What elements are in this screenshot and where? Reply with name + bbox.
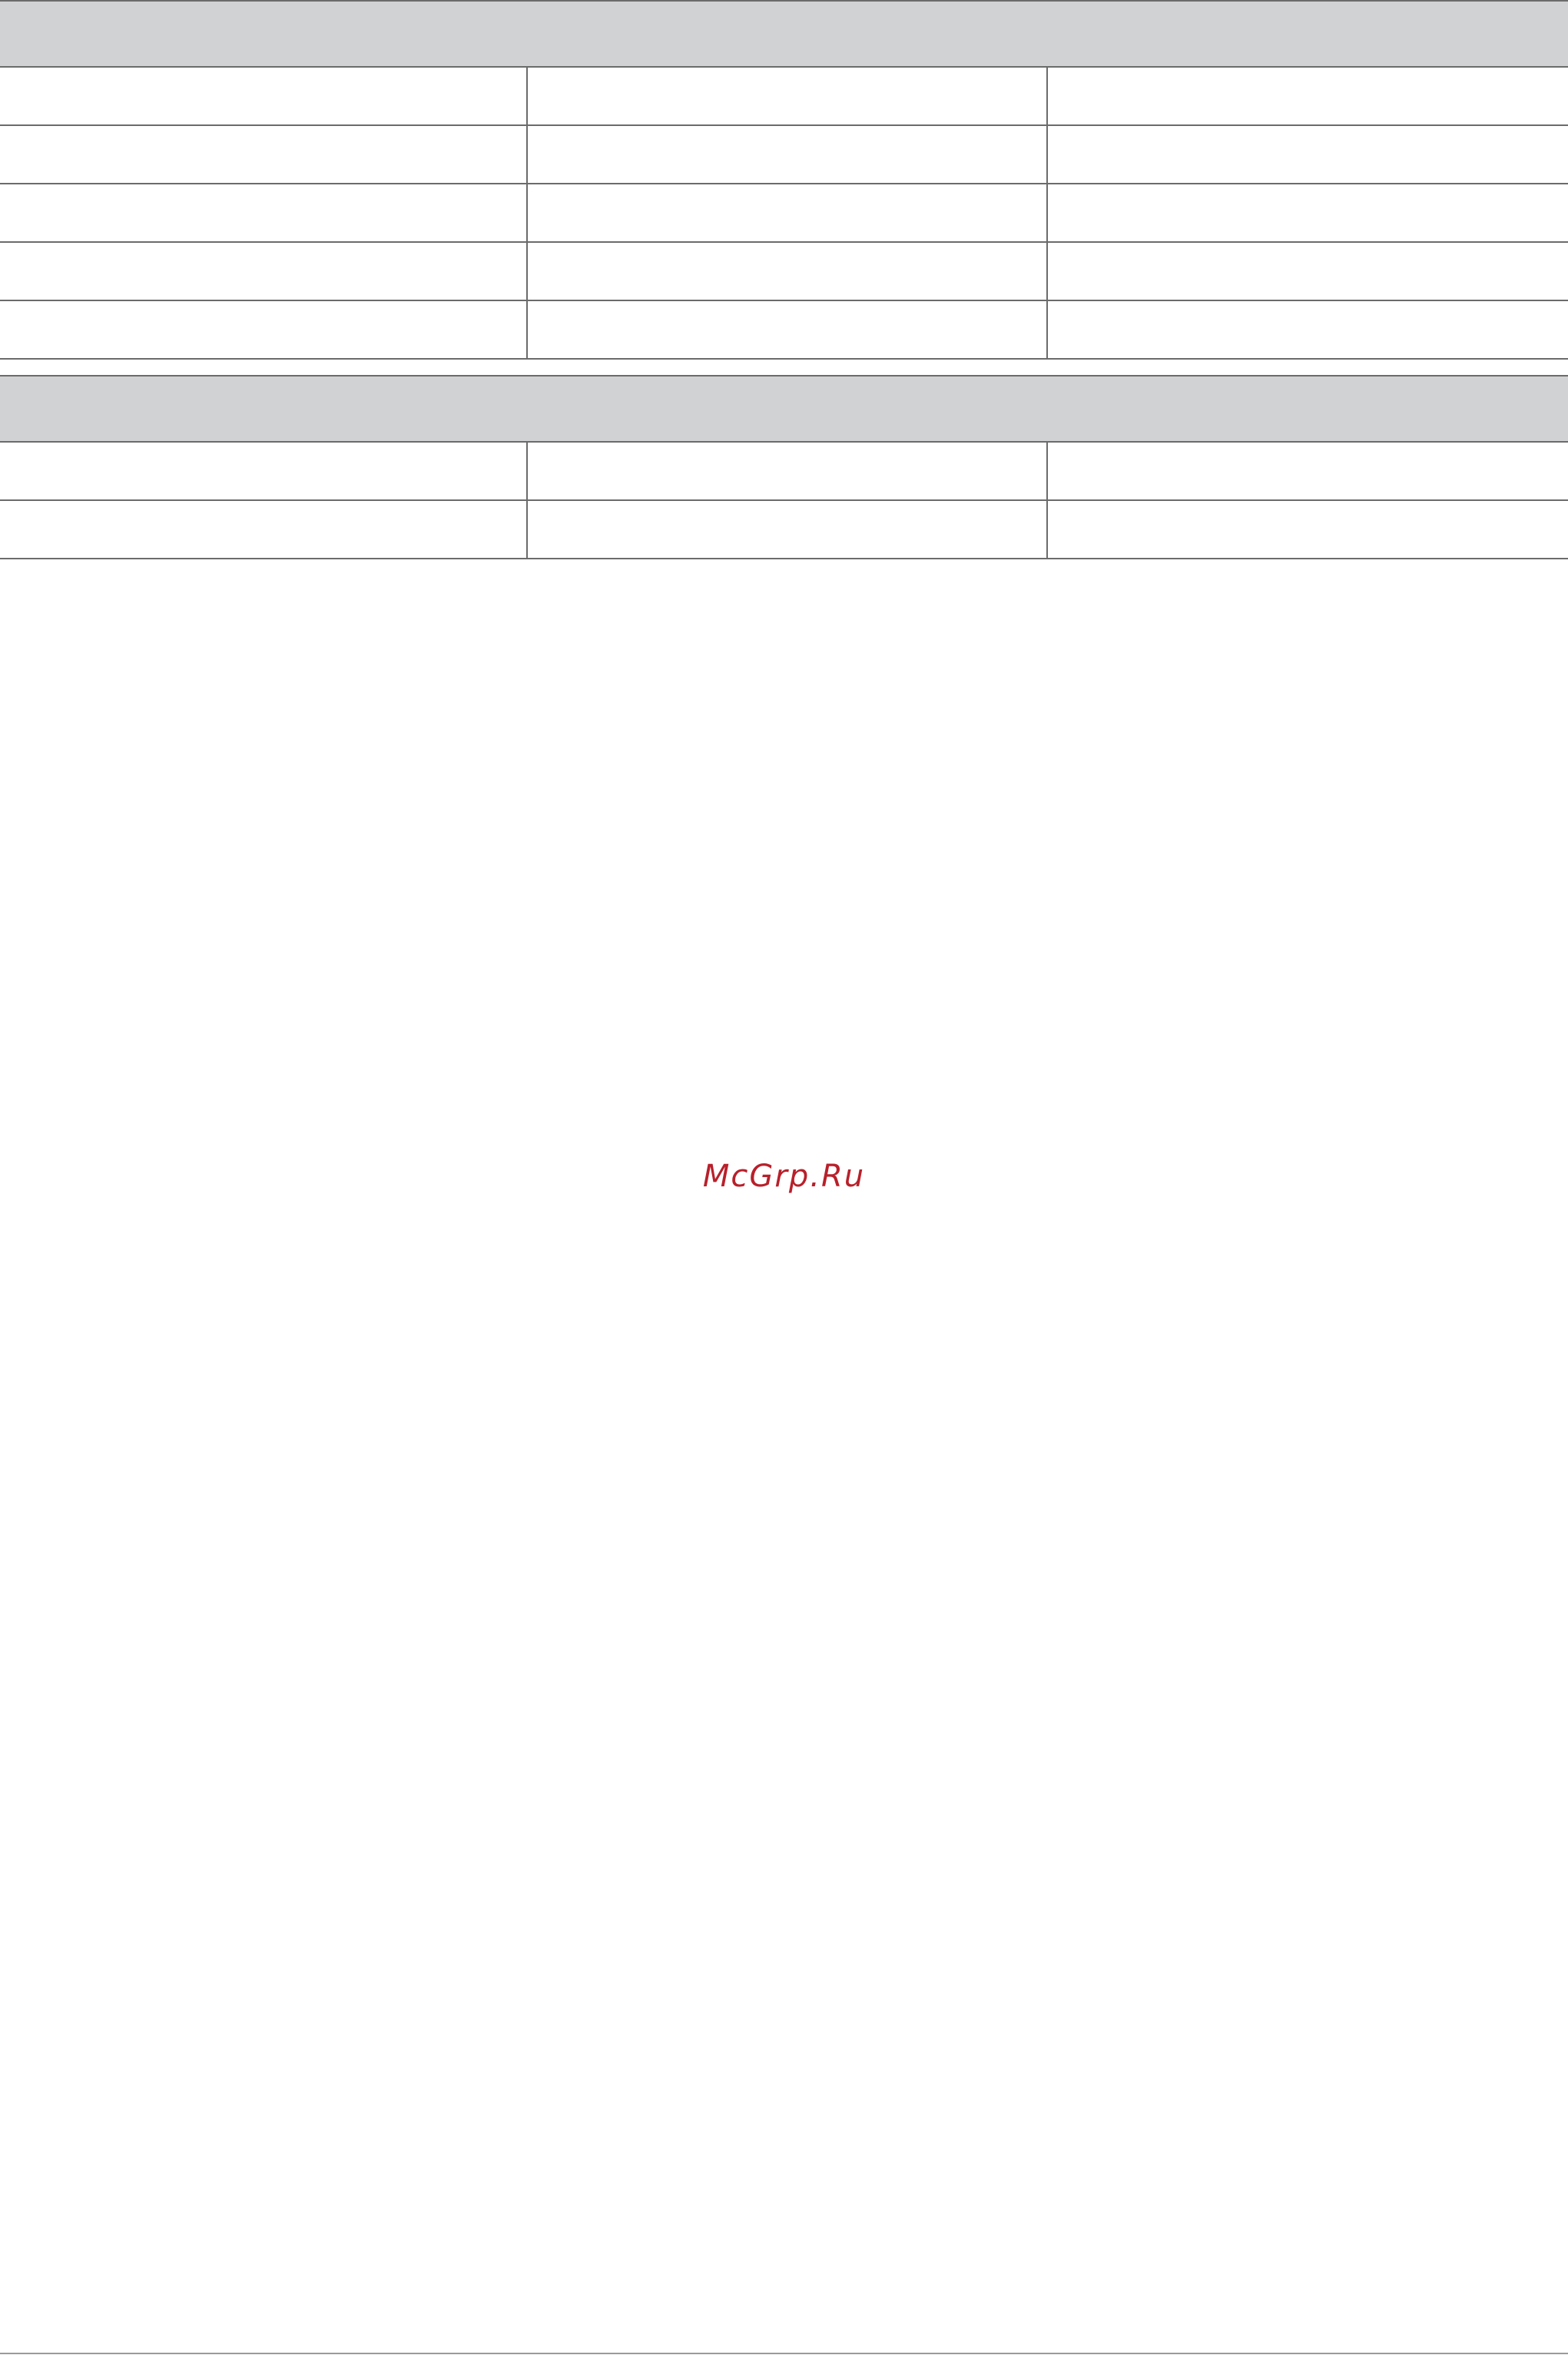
table-cell [1048,126,1568,183]
watermark: McGrp.Ru [702,1159,866,1194]
table-row [0,243,1568,301]
table-cell [528,184,1048,241]
table-cell [528,443,1048,499]
table-header [0,0,1568,68]
table-row [0,443,1568,501]
table-cell [1048,301,1568,358]
document-page: McGrp.Ru [0,0,1568,2355]
table-row [0,301,1568,360]
table-cell [1048,243,1568,300]
table-cell [0,501,528,558]
table-cell [528,501,1048,558]
table-cell [528,68,1048,124]
table-cell [0,126,528,183]
table-cell [528,301,1048,358]
table-row [0,184,1568,243]
footer-divider [0,2353,1568,2354]
table-row [0,126,1568,184]
table-cell [0,68,528,124]
table-cell [0,301,528,358]
table-cell [1048,68,1568,124]
spec-table-2 [0,375,1568,559]
table-row [0,501,1568,559]
table-cell [1048,184,1568,241]
table-cell [1048,501,1568,558]
table-cell [0,243,528,300]
table-cell [528,126,1048,183]
table-cell [0,443,528,499]
table-cell [1048,443,1568,499]
spec-table-1 [0,0,1568,360]
table-row [0,68,1568,126]
table-cell [0,184,528,241]
table-header [0,375,1568,443]
table-cell [528,243,1048,300]
